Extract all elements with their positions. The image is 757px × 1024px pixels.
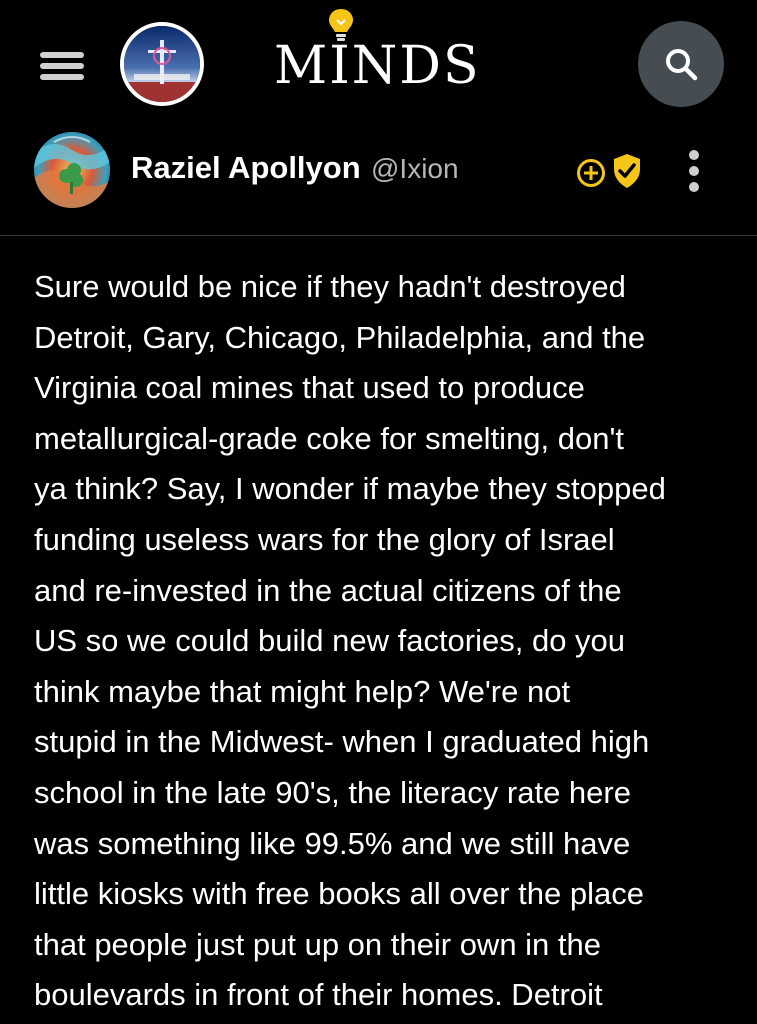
logo-text: MINDS bbox=[274, 36, 481, 96]
author-avatar[interactable] bbox=[34, 132, 110, 208]
post-header: Raziel Apollyon @Ixion bbox=[0, 128, 757, 236]
search-button[interactable] bbox=[638, 21, 724, 107]
post-text: Sure would be nice if they hadn't destro… bbox=[34, 269, 666, 1013]
user-avatar[interactable] bbox=[120, 22, 204, 106]
verified-shield-icon[interactable] bbox=[612, 153, 642, 189]
hamburger-menu-icon[interactable] bbox=[40, 50, 86, 82]
minds-logo[interactable]: MINDS bbox=[272, 8, 488, 98]
author-handle[interactable]: @Ixion bbox=[371, 153, 459, 185]
author-avatar-image bbox=[34, 132, 110, 208]
plus-badge-icon[interactable] bbox=[576, 158, 606, 188]
search-icon bbox=[666, 49, 698, 81]
user-avatar-image bbox=[124, 26, 200, 102]
vertical-dots-icon[interactable] bbox=[686, 150, 702, 192]
author-name[interactable]: Raziel Apollyon bbox=[131, 150, 361, 186]
top-navigation-bar: MINDS bbox=[0, 0, 757, 128]
